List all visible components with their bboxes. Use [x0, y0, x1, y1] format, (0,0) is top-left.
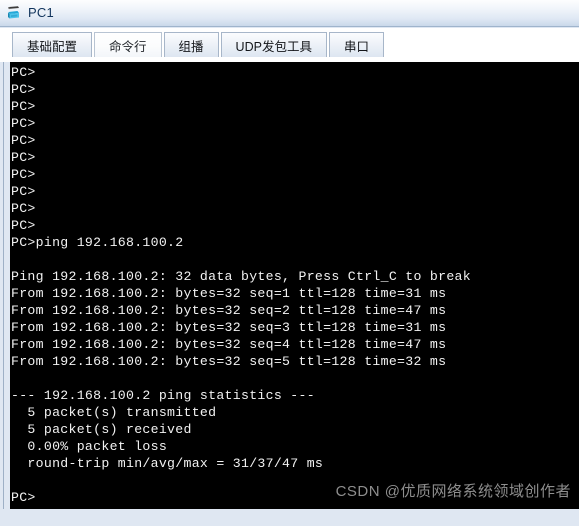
terminal-line: PC>	[11, 167, 36, 182]
terminal-line: From 192.168.100.2: bytes=32 seq=4 ttl=1…	[11, 337, 447, 352]
tab-basic-config-label: 基础配置	[27, 39, 78, 54]
terminal-line: From 192.168.100.2: bytes=32 seq=5 ttl=1…	[11, 354, 447, 369]
terminal-line: --- 192.168.100.2 ping statistics ---	[11, 388, 315, 403]
tab-command-line[interactable]: 命令行	[94, 32, 162, 57]
window-bottom-frame	[0, 509, 579, 526]
tab-basic-config[interactable]: 基础配置	[12, 32, 93, 57]
terminal-line: PC>	[11, 82, 36, 97]
terminal-panel[interactable]: PC> PC> PC> PC> PC> PC> PC> PC> PC> PC> PC>ping 19…	[10, 62, 579, 509]
terminal-line: PC>	[11, 150, 36, 165]
pc1-console-window: PC1 基础配置 命令行 组播 UDP发包工具 串口 PC> PC> PC> PC	[0, 0, 579, 526]
tab-serial-port-label: 串口	[343, 39, 369, 54]
terminal-line: PC>	[11, 65, 36, 80]
tab-multicast-label: 组播	[178, 39, 204, 54]
terminal-output[interactable]: PC> PC> PC> PC> PC> PC> PC> PC> PC> PC> PC>ping 19…	[10, 62, 579, 506]
terminal-line: PC>	[11, 201, 36, 216]
terminal-line: PC>	[11, 99, 36, 114]
title-bar-inner: PC1	[0, 0, 579, 26]
tab-multicast[interactable]: 组播	[163, 32, 219, 57]
terminal-line: 0.00% packet loss	[11, 439, 168, 454]
tab-command-line-label: 命令行	[109, 39, 147, 54]
window-title: PC1	[28, 5, 54, 20]
terminal-line: Ping 192.168.100.2: 32 data bytes, Press…	[11, 269, 471, 284]
tab-udp-packet-tool-label: UDP发包工具	[235, 39, 312, 54]
terminal-line: PC>	[11, 218, 36, 233]
terminal-line: 5 packet(s) transmitted	[11, 405, 217, 420]
terminal-line: PC>	[11, 116, 36, 131]
terminal-line: PC>ping 192.168.100.2	[11, 235, 184, 250]
pc-device-icon	[4, 3, 24, 23]
terminal-line: round-trip min/avg/max = 31/37/47 ms	[11, 456, 324, 471]
terminal-line: From 192.168.100.2: bytes=32 seq=2 ttl=1…	[11, 303, 447, 318]
tab-row: 基础配置 命令行 组播 UDP发包工具 串口	[12, 32, 386, 57]
tab-serial-port[interactable]: 串口	[328, 32, 384, 57]
tab-strip: 基础配置 命令行 组播 UDP发包工具 串口	[0, 28, 579, 62]
terminal-line: From 192.168.100.2: bytes=32 seq=3 ttl=1…	[11, 320, 447, 335]
title-bar: PC1	[0, 0, 579, 27]
terminal-line: PC>	[11, 133, 36, 148]
terminal-line: PC>	[11, 184, 36, 199]
terminal-line: PC>	[11, 490, 36, 505]
tab-udp-packet-tool[interactable]: UDP发包工具	[220, 32, 327, 57]
terminal-line: From 192.168.100.2: bytes=32 seq=1 ttl=1…	[11, 286, 447, 301]
terminal-line: 5 packet(s) received	[11, 422, 192, 437]
window-left-frame-line	[3, 62, 4, 512]
window-left-frame	[0, 62, 10, 526]
